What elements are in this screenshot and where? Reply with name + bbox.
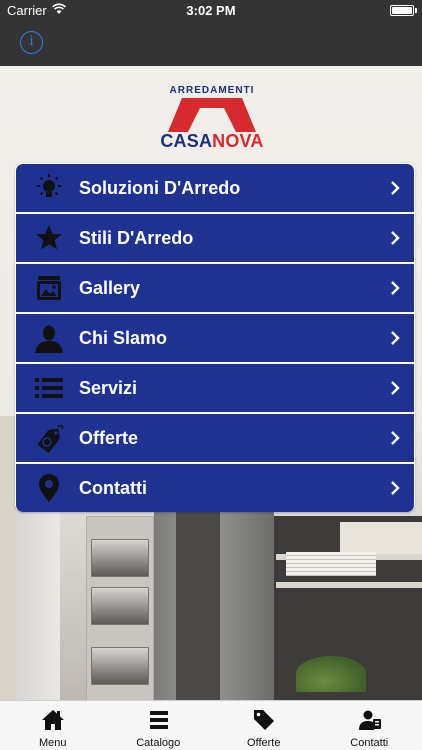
menu-item-soluzioni-darredo[interactable]: Soluzioni D'Arredo [16,164,414,212]
menu-item-chi-slamo[interactable]: Chi Slamo [16,314,414,362]
logo-name-nova: NOVA [212,131,264,151]
menu-item-stili-darredo[interactable]: Stili D'Arredo [16,214,414,262]
scene-column [0,416,16,700]
menu-item-label: Chi Slamo [79,328,168,348]
battery-icon [390,5,414,16]
contact-person-icon [358,710,381,730]
home-icon [42,710,64,730]
menu-item-label: Gallery [79,278,141,298]
tab-menu[interactable]: Menu [0,701,106,750]
battery-tip [415,8,417,13]
info-button[interactable]: i [20,31,43,54]
menu-item-servizi[interactable]: Servizi [16,364,414,412]
list-icon [35,378,63,398]
scene-oven [91,647,149,685]
tab-bar: Menu Catalogo Offerte Contatti [0,700,422,750]
scene-books [286,552,376,576]
gallery-icon [37,276,61,300]
tab-label: Contatti [350,737,389,749]
clock: 3:02 PM [186,3,236,18]
chevron-right-icon [391,481,400,495]
scene-cabinet-dark [176,506,220,700]
menu-item-label: Soluzioni D'Arredo [79,178,241,198]
scene-ovens [86,516,154,700]
menu-item-gallery[interactable]: Gallery [16,264,414,312]
map-pin-icon [39,474,59,502]
status-bar: Carrier 3:02 PM [0,0,422,22]
menu-item-label: Contatti [79,478,147,498]
price-tag-icon [37,424,64,453]
star-icon [36,225,62,250]
chevron-right-icon [391,181,400,195]
chevron-right-icon [391,231,400,245]
chevron-right-icon [391,331,400,345]
tab-contatti[interactable]: Contatti [317,701,422,750]
user-icon [35,325,63,353]
scene-oven [91,587,149,625]
scene-oven [91,539,149,577]
logo-tagline: ARREDAMENTI [169,85,255,96]
casanova-logo: ARREDAMENTI CASANOVA [152,85,272,155]
menu-item-contatti[interactable]: Contatti [16,464,414,512]
chevron-right-icon [391,381,400,395]
scene-shelf [276,582,422,588]
menu-item-label: Servizi [79,378,138,398]
hamburger-icon [149,711,168,729]
logo-roof-mark [168,98,256,132]
main-menu: Soluzioni D'Arredo Stili D'Arredo Galler… [15,163,415,512]
menu-item-label: Offerte [79,428,139,448]
lightbulb-icon [37,174,61,197]
menu-item-offerte[interactable]: Offerte [16,414,414,462]
logo-name-casa: CASA [160,131,213,151]
tab-label: Menu [38,737,67,749]
chevron-right-icon [391,281,400,295]
tab-label: Catalogo [136,737,181,749]
chevron-right-icon [391,431,400,445]
scene-box [340,522,422,554]
scene-plant [296,656,366,692]
tab-offerte[interactable]: Offerte [211,701,317,750]
tab-catalogo[interactable]: Catalogo [106,701,212,750]
logo-name: CASANOVA [152,131,272,152]
tab-label: Offerte [247,737,281,749]
tag-icon [254,710,274,730]
top-bar: Carrier 3:02 PM i [0,0,422,66]
menu-item-label: Stili D'Arredo [79,228,194,248]
